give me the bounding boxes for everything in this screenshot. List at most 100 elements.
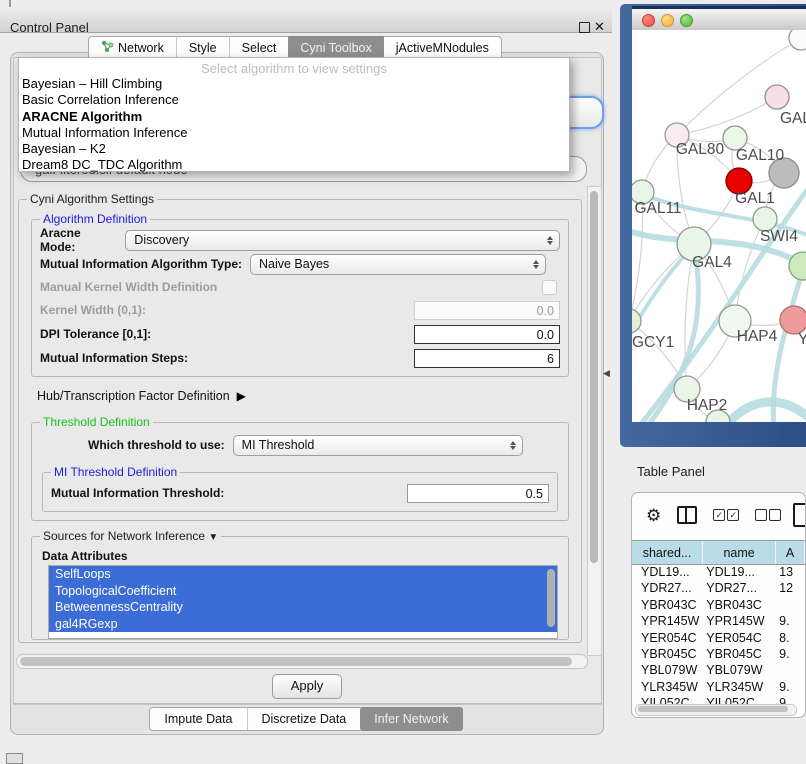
network-node-label: GAL1 xyxy=(735,190,775,207)
column-header-a[interactable]: A xyxy=(776,541,805,564)
dpi-tolerance-input[interactable]: 0.0 xyxy=(414,325,560,344)
mi-algorithm-type-value: Naive Bayes xyxy=(259,257,329,271)
minimize-traffic-light-icon[interactable] xyxy=(661,14,674,27)
network-node-label: GAL80 xyxy=(676,141,725,158)
split-columns-icon[interactable] xyxy=(677,506,697,524)
app-root: { "icons": {"close": "✕", "divider_arrow… xyxy=(0,0,806,762)
table-row[interactable]: YPR145WYPR145W9. xyxy=(632,613,805,629)
column-header-name[interactable]: name xyxy=(703,541,776,564)
table-cell: 9. xyxy=(776,613,805,629)
tab-jactivemnodules[interactable]: jActiveMNodules xyxy=(384,37,501,59)
tab-network[interactable]: Network xyxy=(89,37,176,59)
sources-legend[interactable]: Sources for Network Inference ▼ xyxy=(40,529,221,543)
network-edge-bundle xyxy=(638,186,806,422)
aracne-mode-combo[interactable]: Discovery xyxy=(125,230,560,251)
which-threshold-label: Which threshold to use: xyxy=(88,438,225,452)
list-scrollbar[interactable] xyxy=(547,569,555,627)
network-node-label: HAP2 xyxy=(687,397,728,414)
attribute-item-selfloops[interactable]: SelfLoops xyxy=(49,566,557,583)
table-row[interactable]: YIL052CYIL052C9 xyxy=(632,695,805,704)
table-cell xyxy=(776,662,805,678)
network-node-label: GAL xyxy=(780,110,806,127)
algorithm-item-bayesian-hill-climbing[interactable]: Bayesian – Hill Climbing xyxy=(19,76,569,92)
apply-button[interactable]: Apply xyxy=(272,674,342,699)
gear-icon[interactable]: ⚙ xyxy=(646,507,661,524)
table-row[interactable]: YER054CYER054C8. xyxy=(632,630,805,646)
select-all-columns-icon[interactable]: ✓ ✓ xyxy=(713,509,739,521)
tab-impute-data[interactable]: Impute Data xyxy=(150,708,246,730)
stepper-icon xyxy=(533,260,539,269)
data-attributes-list[interactable]: SelfLoopsTopologicalCoefficientBetweenne… xyxy=(48,565,558,639)
attribute-item-betweennesscentrality[interactable]: BetweennessCentrality xyxy=(49,599,557,616)
mi-steps-input[interactable]: 6 xyxy=(414,349,560,368)
network-canvas[interactable]: GALGAL80GAL10GAL1GAL11SWI4GAL4GCY1HAP4YH… xyxy=(632,30,806,422)
table-row[interactable]: YBR043CYBR043C xyxy=(632,597,805,613)
table-panel-title: Table Panel xyxy=(637,464,705,479)
settings-vertical-scrollbar[interactable] xyxy=(587,186,602,656)
tab-label: jActiveMNodules xyxy=(396,41,489,55)
algorithm-item-mutual-information-inference[interactable]: Mutual Information Inference xyxy=(19,125,569,141)
table-panel: ⚙ ✓ ✓ shared...nameA YDL19...YDL19...13Y… xyxy=(631,492,806,718)
column-header-shared[interactable]: shared... xyxy=(632,541,703,564)
table-row[interactable]: YBL079WYBL079W xyxy=(632,662,805,678)
table-cell: YIL052C xyxy=(703,695,776,704)
algorithm-definition-group: Algorithm Definition Aracne Mode: Discov… xyxy=(31,212,569,377)
mi-algorithm-type-combo[interactable]: Naive Bayes xyxy=(250,254,546,275)
network-node-gal[interactable] xyxy=(765,85,789,109)
deselect-all-columns-icon[interactable] xyxy=(755,509,781,521)
new-table-icon[interactable] xyxy=(793,503,806,527)
control-panel-title: Control Panel xyxy=(10,20,89,35)
table-body: YDL19...YDL19...13YDR27...YDR27...12YBR0… xyxy=(632,564,805,704)
sources-group: Sources for Network Inference ▼ Data Att… xyxy=(31,529,569,640)
network-icon xyxy=(101,40,114,56)
which-threshold-combo[interactable]: MI Threshold xyxy=(233,435,523,456)
network-node-label: Y xyxy=(798,331,806,348)
splitpane-collapse-icon[interactable]: ◀ xyxy=(603,368,610,379)
tab-select[interactable]: Select xyxy=(229,37,289,59)
tab-infer-network[interactable]: Infer Network xyxy=(360,707,462,731)
network-node[interactable] xyxy=(789,30,806,50)
network-node-label: SWI4 xyxy=(760,228,798,245)
cyni-algorithm-settings-group: Cyni Algorithm Settings Algorithm Defini… xyxy=(18,192,582,643)
settings-horizontal-scrollbar[interactable] xyxy=(16,654,588,669)
table-cell: 9 xyxy=(776,695,805,704)
table-cell: YBL079W xyxy=(703,662,776,678)
checked-box-icon: ✓ xyxy=(713,509,725,521)
table-cell xyxy=(776,597,805,613)
table-horizontal-scrollbar[interactable] xyxy=(635,704,797,716)
close-traffic-light-icon[interactable] xyxy=(642,14,655,27)
tab-style[interactable]: Style xyxy=(176,37,229,59)
zoom-traffic-light-icon[interactable] xyxy=(680,14,693,27)
mi-threshold-input[interactable]: 0.5 xyxy=(407,484,549,503)
table-row[interactable]: YDL19...YDL19...13 xyxy=(632,564,805,580)
network-node-label: HAP4 xyxy=(737,328,778,345)
tab-discretize-data[interactable]: Discretize Data xyxy=(247,708,361,730)
table-row[interactable]: YBR045CYBR045C9. xyxy=(632,646,805,662)
table-header-row: shared...nameA xyxy=(632,540,805,565)
network-window-titlebar[interactable] xyxy=(632,9,806,31)
collapse-down-icon: ▼ xyxy=(208,532,218,543)
table-cell: YLR345W xyxy=(703,679,776,695)
algorithm-item-basic-correlation-inference[interactable]: Basic Correlation Inference xyxy=(19,92,569,108)
table-row[interactable]: YLR345WYLR345W9. xyxy=(632,679,805,695)
algorithm-item-bayesian-k2[interactable]: Bayesian – K2 xyxy=(19,141,569,157)
algorithm-item-dream8-dc-tdc-algorithm[interactable]: Dream8 DC_TDC Algorithm xyxy=(19,157,569,173)
table-row[interactable]: YDR27...YDR27...12 xyxy=(632,580,805,596)
kernel-width-input[interactable]: 0.0 xyxy=(414,301,560,320)
tab-label: Select xyxy=(242,41,277,55)
table-cell: 12 xyxy=(776,580,805,596)
float-window-icon[interactable] xyxy=(579,22,590,33)
kernel-width-label: Kernel Width (0,1): xyxy=(40,303,146,317)
hub-definition-toggle[interactable]: Hub/Transcription Factor Definition ▶ xyxy=(37,385,573,407)
tab-label: Cyni Toolbox xyxy=(300,41,371,55)
attribute-item-topologicalcoefficient[interactable]: TopologicalCoefficient xyxy=(49,583,557,600)
cyni-settings-scrollpane: Cyni Algorithm Settings Algorithm Defini… xyxy=(14,184,586,652)
close-icon[interactable]: ✕ xyxy=(594,19,605,35)
manual-kernel-checkbox[interactable] xyxy=(542,280,557,295)
algorithm-item-aracne-algorithm[interactable]: ARACNE Algorithm xyxy=(19,109,569,125)
threshold-definition-legend: Threshold Definition xyxy=(40,415,153,429)
attribute-item-gal4rgexp[interactable]: gal4RGexp xyxy=(49,616,557,633)
table-cell: YLR345W xyxy=(632,679,703,695)
collapsed-panel-icon[interactable] xyxy=(6,753,23,764)
network-node-y[interactable] xyxy=(780,306,806,334)
